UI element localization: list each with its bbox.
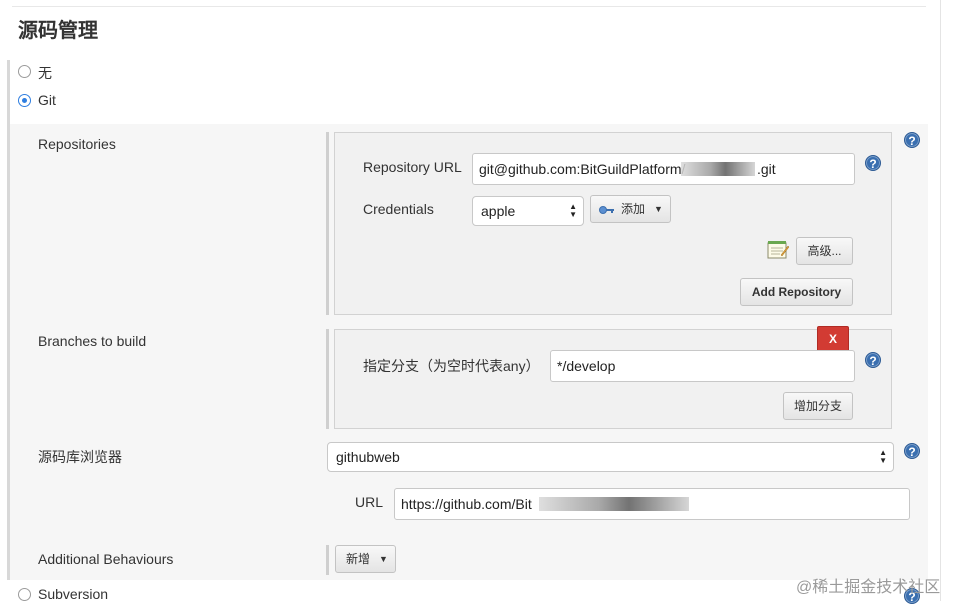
section-title: 源码管理 <box>18 20 98 42</box>
browser-url-input[interactable]: https://github.com/Bit <box>394 488 910 520</box>
radio-git[interactable] <box>18 94 31 107</box>
notepad-icon <box>767 241 789 259</box>
branches-label: Branches to build <box>38 333 147 349</box>
add-credentials-button[interactable]: 添加 ▼ <box>590 195 671 223</box>
help-icon[interactable]: ? <box>904 443 920 459</box>
watermark: @稀土掘金技术社区 <box>796 579 941 596</box>
right-divider <box>940 0 941 601</box>
repositories-bar <box>326 132 329 315</box>
repo-browser-value: githubweb <box>336 449 400 465</box>
select-arrows-icon: ▲ ▼ <box>879 448 887 465</box>
help-icon[interactable]: ? <box>865 155 881 171</box>
add-behaviour-button[interactable]: 新增 ▼ <box>335 545 396 573</box>
repository-url-label: Repository URL <box>363 159 462 175</box>
help-icon[interactable]: ? <box>865 352 881 368</box>
behaviours-bar <box>326 545 329 575</box>
credentials-select[interactable]: apple ▲ ▼ <box>472 196 584 226</box>
radio-git-label: Git <box>38 92 56 108</box>
radio-none-label: 无 <box>38 65 52 81</box>
repositories-label: Repositories <box>38 136 116 152</box>
branch-specifier-label: 指定分支（为空时代表any） <box>363 358 540 374</box>
add-credentials-label: 添加 <box>621 202 646 216</box>
caret-down-icon: ▼ <box>654 204 663 214</box>
select-arrows-icon: ▲ ▼ <box>569 202 577 219</box>
additional-behaviours-label: Additional Behaviours <box>38 551 174 567</box>
repo-browser-label: 源码库浏览器 <box>38 449 122 465</box>
add-behaviour-label: 新增 <box>346 552 371 566</box>
radio-none[interactable] <box>18 65 31 78</box>
add-repository-button[interactable]: Add Repository <box>740 278 853 306</box>
help-icon[interactable]: ? <box>904 132 920 148</box>
radio-subversion-label: Subversion <box>38 586 109 602</box>
advanced-button[interactable]: 高级... <box>796 237 853 265</box>
add-branch-button[interactable]: 增加分支 <box>783 392 853 420</box>
credentials-value: apple <box>481 203 516 219</box>
top-divider <box>12 6 926 7</box>
repository-url-value: git@github.com:BitGuildPlatform/ <box>479 161 686 177</box>
branch-specifier-input[interactable]: */develop <box>550 350 855 382</box>
repo-browser-select[interactable]: githubweb ▲ ▼ <box>327 442 894 472</box>
delete-branch-button[interactable]: X <box>817 326 849 352</box>
credentials-label: Credentials <box>363 201 434 217</box>
redacted-text <box>681 162 755 176</box>
browser-url-label: URL <box>355 494 384 510</box>
redacted-text <box>539 497 689 511</box>
caret-down-icon: ▼ <box>379 554 388 564</box>
branches-bar <box>326 329 329 429</box>
key-icon <box>599 206 614 214</box>
browser-url-value: https://github.com/Bit <box>401 496 532 512</box>
radio-subversion[interactable] <box>18 588 31 601</box>
repository-url-input[interactable]: git@github.com:BitGuildPlatform/ .git <box>472 153 855 185</box>
repository-url-suffix: .git <box>757 161 776 177</box>
